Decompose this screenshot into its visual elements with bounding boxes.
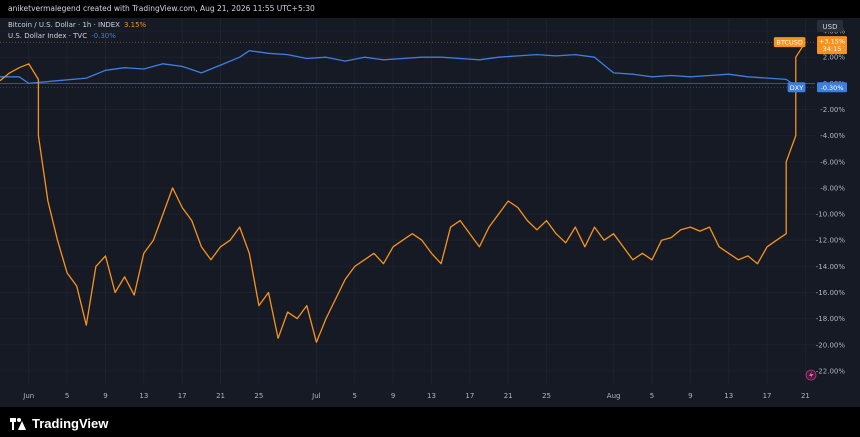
countdown-text: 34:15 — [823, 45, 842, 53]
x-tick-label: 25 — [542, 392, 551, 400]
brand-name: TradingView — [32, 416, 109, 431]
currency-label: USD — [823, 23, 838, 31]
tradingview-logo-icon — [10, 417, 26, 430]
legend-dxy-value: -0.30% — [91, 32, 116, 40]
chart-panel[interactable]: 4.00%2.00%0.00%-2.00%-4.00%-6.00%-8.00%-… — [0, 18, 860, 407]
y-tick-label: 2.00% — [823, 54, 846, 62]
y-tick-label: -18.00% — [816, 315, 846, 323]
legend-dxy-name: U.S. Dollar Index · TVC — [8, 32, 87, 40]
series-line-dxy[interactable] — [0, 50, 806, 88]
series-name-text: DXY — [790, 84, 803, 92]
y-tick-label: -22.00% — [816, 367, 846, 375]
x-tick-label: 13 — [139, 392, 148, 400]
y-tick-label: -12.00% — [816, 237, 846, 245]
chart-svg[interactable]: 4.00%2.00%0.00%-2.00%-4.00%-6.00%-8.00%-… — [0, 18, 860, 407]
x-tick-label: 13 — [724, 392, 733, 400]
x-tick-label: Jun — [22, 392, 34, 400]
attribution-bar: aniketvermalegend created with TradingVi… — [0, 0, 860, 18]
x-tick-label: 25 — [254, 392, 263, 400]
x-tick-label: 5 — [650, 392, 654, 400]
legend-btc-value: 3.15% — [124, 21, 147, 29]
y-tick-label: -10.00% — [816, 211, 846, 219]
x-tick-label: 17 — [178, 392, 187, 400]
x-tick-label: 17 — [763, 392, 772, 400]
y-tick-label: -6.00% — [820, 158, 845, 166]
last-value-text: -0.30% — [821, 84, 844, 92]
y-tick-label: -2.00% — [820, 106, 845, 114]
y-tick-label: -4.00% — [820, 132, 845, 140]
series-name-text: BTCUSD — [776, 39, 802, 47]
x-tick-label: 9 — [103, 392, 107, 400]
x-tick-label: 9 — [391, 392, 395, 400]
footer: TradingView — [0, 407, 860, 437]
x-tick-label: 13 — [427, 392, 436, 400]
legend-btc-name: Bitcoin / U.S. Dollar · 1h · INDEX — [8, 21, 120, 29]
x-tick-label: 5 — [353, 392, 357, 400]
lightning-icon[interactable] — [805, 369, 817, 381]
tradingview-logo[interactable]: TradingView — [10, 416, 108, 431]
x-tick-label: 5 — [65, 392, 69, 400]
x-tick-label: 21 — [801, 392, 810, 400]
x-tick-label: 17 — [465, 392, 474, 400]
x-tick-label: 21 — [216, 392, 225, 400]
x-tick-label: Jul — [311, 392, 321, 400]
y-tick-label: -8.00% — [820, 184, 845, 192]
y-tick-label: -16.00% — [816, 289, 846, 297]
x-tick-label: Aug — [607, 392, 621, 400]
y-tick-label: -20.00% — [816, 341, 846, 349]
y-tick-label: -14.00% — [816, 263, 846, 271]
x-tick-label: 9 — [688, 392, 692, 400]
x-tick-label: 21 — [504, 392, 513, 400]
attribution-text: aniketvermalegend created with TradingVi… — [8, 4, 315, 13]
